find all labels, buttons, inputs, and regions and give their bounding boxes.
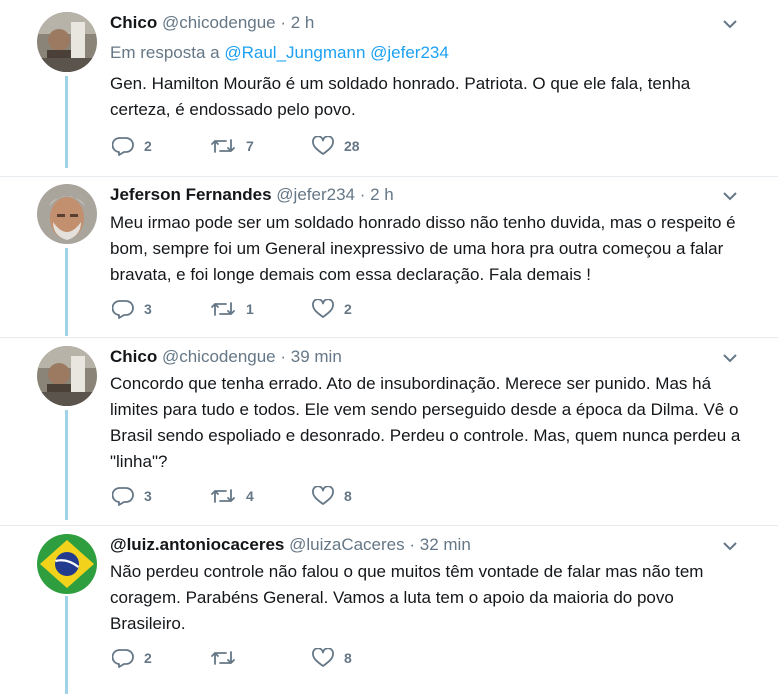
retweet-count: 1	[246, 301, 254, 317]
like-count: 2	[344, 301, 352, 317]
reply-button[interactable]: 2	[112, 648, 152, 668]
tweet-text: Meu irmao pode ser um soldado honrado di…	[110, 213, 736, 284]
tweet-header: @luiz.antoniocaceres @luizaCaceres · 32 …	[110, 534, 471, 556]
username[interactable]: @chicodengue	[162, 13, 276, 32]
tweet-text: Concordo que tenha errado. Ato de insubo…	[110, 374, 741, 471]
tweet[interactable]: Jeferson Fernandes @jefer234 · 2 h Meu i…	[0, 184, 778, 344]
reply-icon	[112, 487, 134, 506]
tweet-text: Gen. Hamilton Mourão é um soldado honrad…	[110, 74, 691, 119]
like-button[interactable]: 2	[312, 299, 352, 319]
chevron-down-icon[interactable]	[722, 352, 738, 364]
tweet-text: Não perdeu controle não falou o que muit…	[110, 562, 704, 633]
tweet-header: Jeferson Fernandes @jefer234 · 2 h	[110, 184, 394, 206]
reply-count: 2	[144, 650, 152, 666]
reply-button[interactable]: 2	[112, 136, 152, 156]
reply-prefix: Em resposta a	[110, 43, 220, 62]
retweet-button[interactable]: 1	[210, 299, 254, 319]
like-icon	[312, 486, 334, 505]
reply-button[interactable]: 3	[112, 299, 152, 319]
like-icon	[312, 136, 334, 155]
like-icon	[312, 648, 334, 667]
display-name[interactable]: @luiz.antoniocaceres	[110, 535, 284, 554]
retweet-icon	[211, 651, 235, 665]
tweet-actions: 3 1 2	[112, 299, 512, 323]
username[interactable]: @chicodengue	[162, 347, 276, 366]
tweet-divider	[0, 525, 778, 526]
avatar[interactable]	[37, 12, 97, 72]
like-count: 8	[344, 650, 352, 666]
retweet-button[interactable]: 7	[210, 136, 254, 156]
like-button[interactable]: 28	[312, 136, 360, 156]
tweet-header: Chico @chicodengue · 39 min	[110, 346, 342, 368]
tweet-actions: 3 4 8	[112, 486, 512, 510]
like-button[interactable]: 8	[312, 648, 352, 668]
tweet-actions: 2 8	[112, 648, 512, 672]
timestamp[interactable]: · 39 min	[280, 347, 341, 366]
username[interactable]: @jefer234	[276, 185, 355, 204]
tweet[interactable]: @luiz.antoniocaceres @luizaCaceres · 32 …	[0, 534, 778, 694]
reply-count: 2	[144, 138, 152, 154]
reply-count: 3	[144, 488, 152, 504]
retweet-icon	[211, 302, 235, 316]
retweet-icon	[211, 489, 235, 503]
timestamp[interactable]: · 32 min	[409, 535, 470, 554]
display-name[interactable]: Chico	[110, 13, 157, 32]
retweet-count: 4	[246, 488, 254, 504]
avatar[interactable]	[37, 534, 97, 594]
reply-icon	[112, 300, 134, 319]
reply-count: 3	[144, 301, 152, 317]
username[interactable]: @luizaCaceres	[289, 535, 405, 554]
retweet-count: 7	[246, 138, 254, 154]
reply-icon	[112, 649, 134, 668]
retweet-button[interactable]: 4	[210, 486, 254, 506]
avatar[interactable]	[37, 346, 97, 406]
chevron-down-icon[interactable]	[722, 18, 738, 30]
reply-button[interactable]: 3	[112, 486, 152, 506]
reply-context: Em resposta a @Raul_Jungmann @jefer234	[110, 42, 449, 64]
tweet-divider	[0, 176, 778, 177]
like-count: 28	[344, 138, 360, 154]
chevron-down-icon[interactable]	[722, 540, 738, 552]
like-button[interactable]: 8	[312, 486, 352, 506]
timestamp[interactable]: · 2 h	[360, 185, 394, 204]
tweet-divider	[0, 337, 778, 338]
timestamp[interactable]: · 2 h	[280, 13, 314, 32]
display-name[interactable]: Jeferson Fernandes	[110, 185, 272, 204]
like-count: 8	[344, 488, 352, 504]
tweet-actions: 2 7 28	[112, 136, 512, 160]
brazil-flag-icon	[37, 534, 97, 594]
avatar[interactable]	[37, 184, 97, 244]
display-name[interactable]: Chico	[110, 347, 157, 366]
reply-mentions[interactable]: @Raul_Jungmann @jefer234	[224, 43, 448, 62]
reply-icon	[112, 137, 134, 156]
tweet-header: Chico @chicodengue · 2 h	[110, 12, 314, 34]
like-icon	[312, 299, 334, 318]
chevron-down-icon[interactable]	[722, 190, 738, 202]
retweet-button[interactable]	[210, 648, 246, 668]
tweet[interactable]: Chico @chicodengue · 2 h Em resposta a @…	[0, 12, 778, 182]
tweet[interactable]: Chico @chicodengue · 39 min Concordo que…	[0, 346, 778, 526]
retweet-icon	[211, 139, 235, 153]
